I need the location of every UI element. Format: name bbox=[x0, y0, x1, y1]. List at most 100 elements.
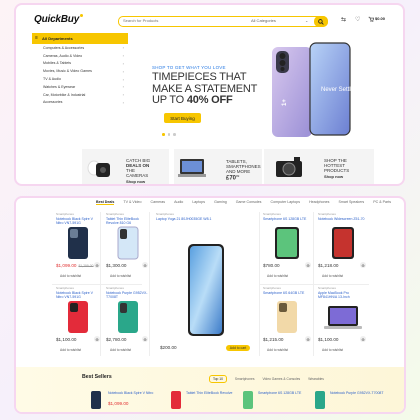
add-to-wishlist-link[interactable]: Add to wishlist bbox=[110, 348, 131, 352]
cart-icon[interactable]: ⊕ bbox=[360, 336, 366, 342]
sidebar-item-movies[interactable]: Movies, Music & Video Games › bbox=[32, 67, 128, 75]
product-card[interactable]: Smartphones Smartphone 6S 64GB LTE $1,21… bbox=[263, 286, 311, 356]
cart-icon[interactable]: ⊕ bbox=[305, 336, 311, 342]
hero-phone-image: 1+ Never Settle bbox=[272, 42, 355, 137]
product-name-link[interactable]: Notebook Purple G952VX-T7008T bbox=[330, 391, 386, 395]
product-name-link[interactable]: Tablet Thin EliteBook Revolve bbox=[186, 391, 234, 395]
product-name-link[interactable]: Notebook Black Spire V Nitro VN7-591G bbox=[56, 291, 100, 299]
add-to-wishlist-link[interactable]: Add to wishlist bbox=[60, 348, 81, 352]
add-to-cart-button[interactable]: Add to cart bbox=[226, 345, 250, 351]
sidebar-item-accessories[interactable]: Accessories › bbox=[32, 99, 128, 107]
add-to-wishlist-link[interactable]: Add to wishlist bbox=[267, 348, 288, 352]
product-name-link[interactable]: Notebook Purple G952VX-T7008T bbox=[106, 291, 148, 299]
tab-best-deals[interactable]: Best Deals bbox=[96, 200, 115, 205]
hero-title: TIMEPIECES THAT MAKE A STATEMENT UP TO 4… bbox=[152, 71, 258, 106]
tab-video-games[interactable]: Video Games & Consoles bbox=[263, 377, 301, 381]
product-name-link[interactable]: Notebook Widescreen Z51-70 bbox=[318, 217, 368, 221]
best-seller-item[interactable]: Smartphone 6S 128GB LTE bbox=[238, 388, 308, 412]
tab-wearables[interactable]: Wearables bbox=[308, 377, 324, 381]
add-to-wishlist-link[interactable]: Add to wishlist bbox=[322, 274, 343, 278]
tab-game-consoles[interactable]: Game Consoles bbox=[236, 200, 262, 205]
product-name-link[interactable]: Notebook Black Spire V Nitro bbox=[108, 391, 163, 395]
best-sellers-tabs: Top 10 Smartphones Video Games & Console… bbox=[209, 375, 324, 383]
product-name-link[interactable]: Smartphone 6S 128GB LTE bbox=[258, 391, 306, 395]
product-name-link[interactable]: Smartphone 6S 64GB LTE bbox=[263, 291, 311, 295]
sidebar-item-mobiles[interactable]: Mobiles & Tablets › bbox=[32, 60, 128, 68]
cart-icon[interactable]: ⊕ bbox=[142, 336, 148, 342]
product-name-link[interactable]: Notebook Black Spire V Nitro VN7-591G bbox=[56, 217, 100, 225]
cart-icon[interactable] bbox=[368, 16, 375, 24]
chevron-right-icon: › bbox=[122, 45, 124, 51]
phone-image bbox=[188, 244, 224, 336]
featured-product-card[interactable]: Smartphones Laptop Yoga 21 80JH0035GE W8… bbox=[156, 212, 256, 356]
tab-top-10[interactable]: Top 10 bbox=[209, 375, 227, 383]
cart-icon[interactable]: ⊕ bbox=[94, 262, 100, 268]
best-seller-item[interactable]: Tablet Thin EliteBook Revolve bbox=[166, 388, 236, 412]
compare-icon[interactable]: ⇆ bbox=[341, 16, 346, 23]
product-card[interactable]: Smartphones Notebook Purple G952VX-T7008… bbox=[106, 286, 148, 356]
chevron-right-icon: › bbox=[122, 84, 124, 90]
chevron-right-icon: › bbox=[122, 76, 124, 82]
search-category-select[interactable]: All Categories bbox=[251, 18, 276, 23]
tab-smartphones[interactable]: Smartphones bbox=[235, 377, 255, 381]
tab-gaming[interactable]: Gaming bbox=[214, 200, 227, 205]
wishlist-icon[interactable]: ♡ bbox=[355, 16, 360, 23]
tab-computer-laptops[interactable]: Computer Laptops bbox=[270, 200, 300, 205]
cart-icon[interactable]: ⊕ bbox=[142, 262, 148, 268]
shop-now-link[interactable]: Shop now bbox=[126, 179, 150, 184]
product-name-link[interactable]: Smartphone 6S 128GB LTE bbox=[263, 217, 311, 221]
all-departments-button[interactable]: All Departments bbox=[32, 33, 128, 44]
chevron-right-icon: › bbox=[122, 99, 124, 105]
tab-pc-parts[interactable]: PC & Parts bbox=[373, 200, 391, 205]
product-name-link[interactable]: Apple MacBook Pro MF841HN/A 13-Inch bbox=[318, 291, 368, 299]
sidebar-item-computers[interactable]: Computers & Accessories › bbox=[32, 44, 128, 52]
tab-audio[interactable]: Audio bbox=[174, 200, 183, 205]
cart-icon[interactable]: ⊕ bbox=[305, 262, 311, 268]
tab-laptops[interactable]: Laptops bbox=[192, 200, 205, 205]
shop-now-link[interactable]: Shop now bbox=[324, 174, 349, 179]
tab-cameras[interactable]: Cameras bbox=[151, 200, 166, 205]
add-to-wishlist-link[interactable]: Add to wishlist bbox=[267, 274, 288, 278]
best-seller-item[interactable]: Notebook Black Spire V Nitro $1,099.00 bbox=[86, 388, 166, 412]
chevron-right-icon: › bbox=[122, 68, 124, 74]
carousel-dots[interactable] bbox=[162, 133, 176, 136]
product-card[interactable]: Smartphones Smartphone 6S 128GB LTE $780… bbox=[263, 212, 311, 284]
product-card[interactable]: Smartphones Notebook Black Spire V Nitro… bbox=[56, 286, 100, 356]
add-to-wishlist-link[interactable]: Add to wishlist bbox=[322, 348, 343, 352]
product-card[interactable]: Smartphones Tablet Thin EliteBook Revolv… bbox=[106, 212, 148, 284]
chevron-right-icon: › bbox=[122, 60, 124, 66]
product-name-link[interactable]: Laptop Yoga 21 80JH0035GE W8.1 bbox=[156, 217, 256, 221]
tab-headphones[interactable]: Headphones bbox=[309, 200, 329, 205]
product-name-link[interactable]: Tablet Thin EliteBook Revolve 810 G6 bbox=[106, 217, 148, 225]
divider bbox=[313, 212, 314, 356]
promo-hottest[interactable]: SHOP THE HOTTEST PRODUCTS Shop now bbox=[264, 149, 374, 184]
search-icon bbox=[318, 18, 324, 25]
camera-image bbox=[276, 157, 302, 177]
sidebar-item-watches[interactable]: Watches & Eyewear › bbox=[32, 83, 128, 91]
sidebar-item-car[interactable]: Car, Motorbike & Industrial › bbox=[32, 91, 128, 99]
sidebar-item-cameras[interactable]: Cameras, Audio & Video › bbox=[32, 52, 128, 60]
svg-text:Never Settle: Never Settle bbox=[321, 87, 355, 93]
search-button[interactable] bbox=[314, 16, 328, 27]
tab-smart-speakers[interactable]: Smart Speakers bbox=[338, 200, 364, 205]
start-buying-button[interactable]: Start Buying bbox=[164, 113, 201, 123]
promo-cameras[interactable]: CATCH BIG DEALS ON THE CAMERAS Shop now bbox=[82, 149, 169, 184]
product-card[interactable]: Smartphones Apple MacBook Pro MF841HN/A … bbox=[318, 286, 368, 356]
add-to-wishlist-link[interactable]: Add to wishlist bbox=[110, 274, 131, 278]
promo-tablets[interactable]: TABLETS, SMARTPHONES AND MORE £7099 bbox=[174, 149, 262, 184]
product-card[interactable]: Smartphones Notebook Widescreen Z51-70 $… bbox=[318, 212, 368, 284]
divider bbox=[149, 212, 150, 356]
divider bbox=[100, 212, 101, 356]
phone-image bbox=[68, 301, 88, 333]
divider bbox=[52, 284, 142, 285]
add-to-wishlist-link[interactable]: Add to wishlist bbox=[60, 274, 81, 278]
search-input[interactable] bbox=[123, 18, 223, 23]
phone-image bbox=[118, 301, 138, 333]
sidebar-item-tv[interactable]: TV & Audio › bbox=[32, 75, 128, 83]
best-seller-item[interactable]: Notebook Purple G952VX-T7008T bbox=[310, 388, 390, 412]
tab-tv-video[interactable]: TV & Video bbox=[123, 200, 141, 205]
cart-icon[interactable]: ⊕ bbox=[94, 336, 100, 342]
logo[interactable]: QuickBuy bbox=[34, 14, 84, 25]
product-card[interactable]: Smartphones Notebook Black Spire V Nitro… bbox=[56, 212, 100, 284]
cart-icon[interactable]: ⊕ bbox=[360, 262, 366, 268]
